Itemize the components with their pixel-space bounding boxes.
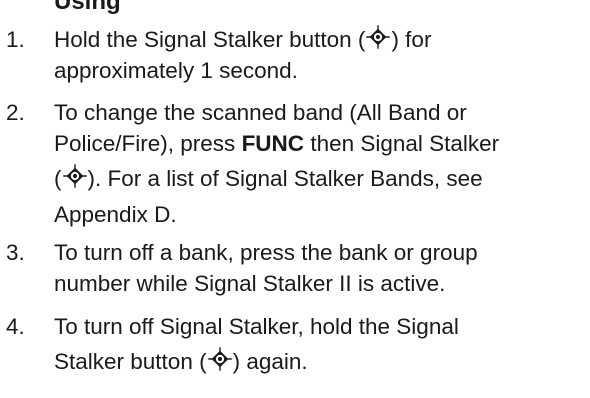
step-text: To turn off Signal Stalker, hold the Sig… bbox=[54, 311, 584, 382]
step-line: Appendix D. bbox=[54, 202, 177, 227]
step-line: approximately 1 second. bbox=[54, 58, 298, 83]
step-number: 1. bbox=[6, 27, 25, 52]
step-number: 3. bbox=[6, 240, 25, 265]
step-line: To turn off a bank, press the bank or gr… bbox=[54, 240, 478, 265]
step-text: Hold the Signal Stalker button () for ap… bbox=[54, 24, 584, 86]
step-number: 4. bbox=[6, 314, 25, 339]
step-line: Police/Fire), press FUNC then Signal Sta… bbox=[54, 131, 500, 156]
step-text: To change the scanned band (All Band or … bbox=[54, 97, 584, 230]
func-key-label: FUNC bbox=[241, 131, 305, 156]
step-number: 2. bbox=[6, 100, 25, 125]
step-line: Hold the Signal Stalker button () for bbox=[54, 25, 432, 52]
signal-stalker-icon bbox=[366, 25, 391, 49]
signal-stalker-icon bbox=[207, 347, 232, 371]
step-line: To change the scanned band (All Band or bbox=[54, 100, 467, 125]
step-line: (). For a list of Signal Stalker Bands, … bbox=[54, 164, 483, 191]
signal-stalker-icon bbox=[62, 164, 87, 188]
step-line: Stalker button () again. bbox=[54, 347, 308, 374]
step-line: number while Signal Stalker II is active… bbox=[54, 271, 446, 296]
section-heading-partial: Using bbox=[54, 0, 121, 15]
step-text: To turn off a bank, press the bank or gr… bbox=[54, 237, 584, 299]
step-line: To turn off Signal Stalker, hold the Sig… bbox=[54, 314, 459, 339]
